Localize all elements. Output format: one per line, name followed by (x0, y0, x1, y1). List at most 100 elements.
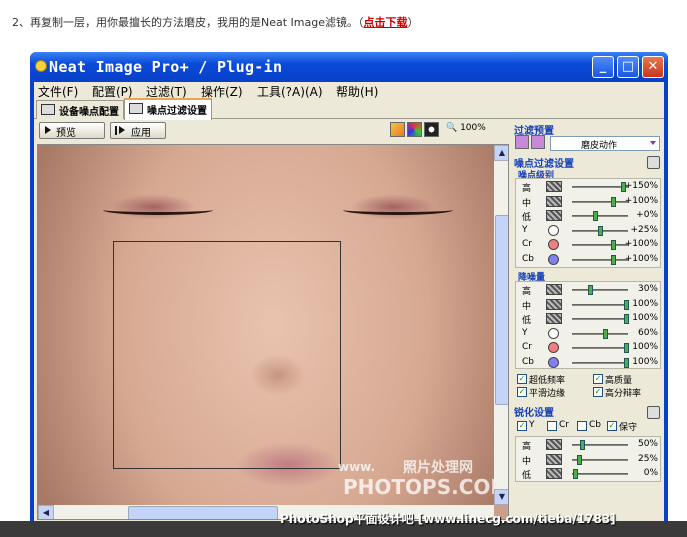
slider-row: 中 +100% (516, 195, 662, 209)
slider-track[interactable] (572, 318, 628, 320)
slider-track[interactable] (572, 289, 628, 291)
slider-knob[interactable] (624, 299, 629, 310)
slider-knob[interactable] (598, 225, 603, 236)
slider-knob[interactable] (611, 196, 616, 207)
filter-options-group: ✓ 超低频率 ✓ 高质量 ✓ 平滑边缘 ✓ 高分辩率 (515, 371, 661, 401)
watermark-www: www. (338, 460, 376, 474)
sharpen-check-conservative[interactable]: ✓ (607, 421, 617, 431)
noise-amount-group: 高 30% 中 100% 低 100% Y 60% Cr 100% Cb 100% (515, 281, 661, 369)
slider-knob[interactable] (577, 454, 583, 465)
apply-label: 应用 (131, 128, 151, 139)
slider-value: 30% (637, 284, 658, 294)
client-area: 文件(F) 配置(P) 过滤(T) 操作(Z) 工具(?A)(A) 帮助(H) … (34, 82, 664, 537)
menu-help[interactable]: 帮助(H) (336, 83, 378, 100)
slider-track[interactable] (572, 258, 628, 261)
slider-knob[interactable] (611, 254, 616, 265)
slider-track[interactable] (572, 200, 628, 203)
settings-icon[interactable] (424, 122, 439, 137)
maximize-button[interactable]: □ (617, 56, 639, 78)
sharpen-title: 锐化设置 (514, 408, 554, 419)
title-bar[interactable]: Neat Image Pro+ / Plug-in _ □ ✕ (30, 52, 668, 82)
slider-knob[interactable] (579, 440, 585, 450)
menu-file[interactable]: 文件(F) (38, 83, 78, 100)
check-highres[interactable]: ✓ (593, 387, 603, 397)
slider-track[interactable] (572, 347, 628, 349)
slider-track[interactable] (572, 215, 628, 217)
scroll-up-arrow[interactable]: ▲ (494, 145, 508, 161)
forum-watermark: PhotoShop平面设计吧 [www.linecg.com/tieba/178… (280, 512, 616, 526)
preset-load-icon[interactable] (515, 135, 529, 149)
vertical-scroll-thumb[interactable] (495, 215, 508, 405)
noise-filter-reset-icon[interactable] (647, 156, 660, 169)
slider-knob[interactable] (624, 314, 629, 324)
slider-value: +100% (624, 253, 658, 264)
watermark-site: PHOTOPS.COM (343, 475, 509, 499)
slider-knob[interactable] (587, 285, 593, 295)
slider-value: 100% (632, 342, 658, 352)
slider-track[interactable] (572, 244, 628, 246)
layers-icon[interactable] (390, 122, 405, 137)
slider-track[interactable] (572, 332, 628, 335)
slider-knob[interactable] (603, 328, 609, 339)
slider-knob[interactable] (624, 357, 629, 368)
sample-selection-box[interactable] (113, 241, 341, 469)
check-ultralow[interactable]: ✓ (517, 374, 527, 384)
preset-save-icon[interactable] (531, 135, 545, 149)
sharpen-check-cr[interactable] (547, 421, 557, 431)
channel-color-icon (548, 356, 559, 368)
slider-track[interactable] (572, 186, 628, 188)
slider-knob[interactable] (611, 240, 616, 250)
chevron-down-icon (650, 141, 656, 145)
check-smooth-edges-label: 平滑边缘 (529, 389, 566, 399)
image-viewer[interactable]: www. 照片处理网 PHOTOPS.COM ▲ ▼ ◀ (37, 144, 509, 520)
vertical-scrollbar[interactable]: ▲ ▼ (494, 145, 508, 505)
caption-text: 2、再复制一层，用你最擅长的方法磨皮，我用的是Neat Image滤镜。（ (12, 16, 364, 29)
sharpen-check-cr-label: Cr (559, 420, 569, 430)
slider-track[interactable] (572, 473, 628, 475)
download-link[interactable]: 点击下载 (364, 16, 408, 29)
channel-color-icon (548, 239, 559, 250)
close-button[interactable]: ✕ (642, 56, 664, 78)
noise-pattern-icon (546, 210, 562, 221)
slider-label: 低 (522, 213, 532, 223)
sharpen-check-cb[interactable] (577, 421, 587, 431)
tab-noise-filter[interactable]: 噪点过滤设置 (124, 98, 212, 120)
noise-pattern-icon (546, 313, 562, 324)
preview-button[interactable]: 预览 (39, 122, 105, 139)
scroll-down-arrow[interactable]: ▼ (494, 489, 508, 505)
slider-value: 60% (637, 327, 658, 338)
sharpen-label: 中 (522, 456, 532, 467)
scroll-left-arrow[interactable]: ◀ (38, 505, 54, 519)
horizontal-scroll-thumb[interactable] (128, 506, 278, 519)
slider-value: +25% (630, 224, 658, 235)
noise-pattern-icon (546, 284, 562, 295)
tab-device-noise-label: 设备噪点配置 (59, 107, 119, 118)
sharpen-label: 低 (522, 471, 532, 481)
slider-row: Y 60% (516, 327, 662, 341)
sharpen-check-y[interactable]: ✓ (517, 421, 527, 431)
slider-row: Cr 100% (516, 341, 662, 355)
slider-knob[interactable] (624, 343, 629, 353)
slider-track[interactable] (572, 303, 628, 306)
color-channels-icon[interactable] (407, 122, 422, 137)
slider-knob[interactable] (592, 211, 598, 221)
check-smooth-edges[interactable]: ✓ (517, 387, 527, 397)
slider-value: +100% (624, 239, 658, 249)
slider-track[interactable] (572, 361, 628, 364)
sharpen-reset-icon[interactable] (647, 406, 660, 419)
menu-tools[interactable]: 工具(?A)(A) (257, 83, 323, 100)
slider-label: 中 (522, 198, 532, 209)
tab-device-noise[interactable]: 设备噪点配置 (36, 100, 124, 119)
slider-label: Cr (522, 239, 532, 249)
slider-value: +0% (636, 210, 658, 220)
check-highquality[interactable]: ✓ (593, 374, 603, 384)
sharpen-group: 高 50% 中 25% 低 0% (515, 436, 661, 482)
minimize-button[interactable]: _ (592, 56, 614, 78)
sharpen-row: 中 25% (516, 453, 662, 467)
right-eyelash (343, 205, 453, 215)
zoom-control[interactable]: 🔍 100% (446, 123, 486, 133)
slider-knob[interactable] (573, 469, 579, 479)
apply-button[interactable]: 应用 (110, 122, 166, 139)
preset-dropdown[interactable]: 磨皮动作 (550, 136, 660, 151)
instruction-caption: 2、再复制一层，用你最擅长的方法磨皮，我用的是Neat Image滤镜。（点击下… (12, 14, 419, 30)
